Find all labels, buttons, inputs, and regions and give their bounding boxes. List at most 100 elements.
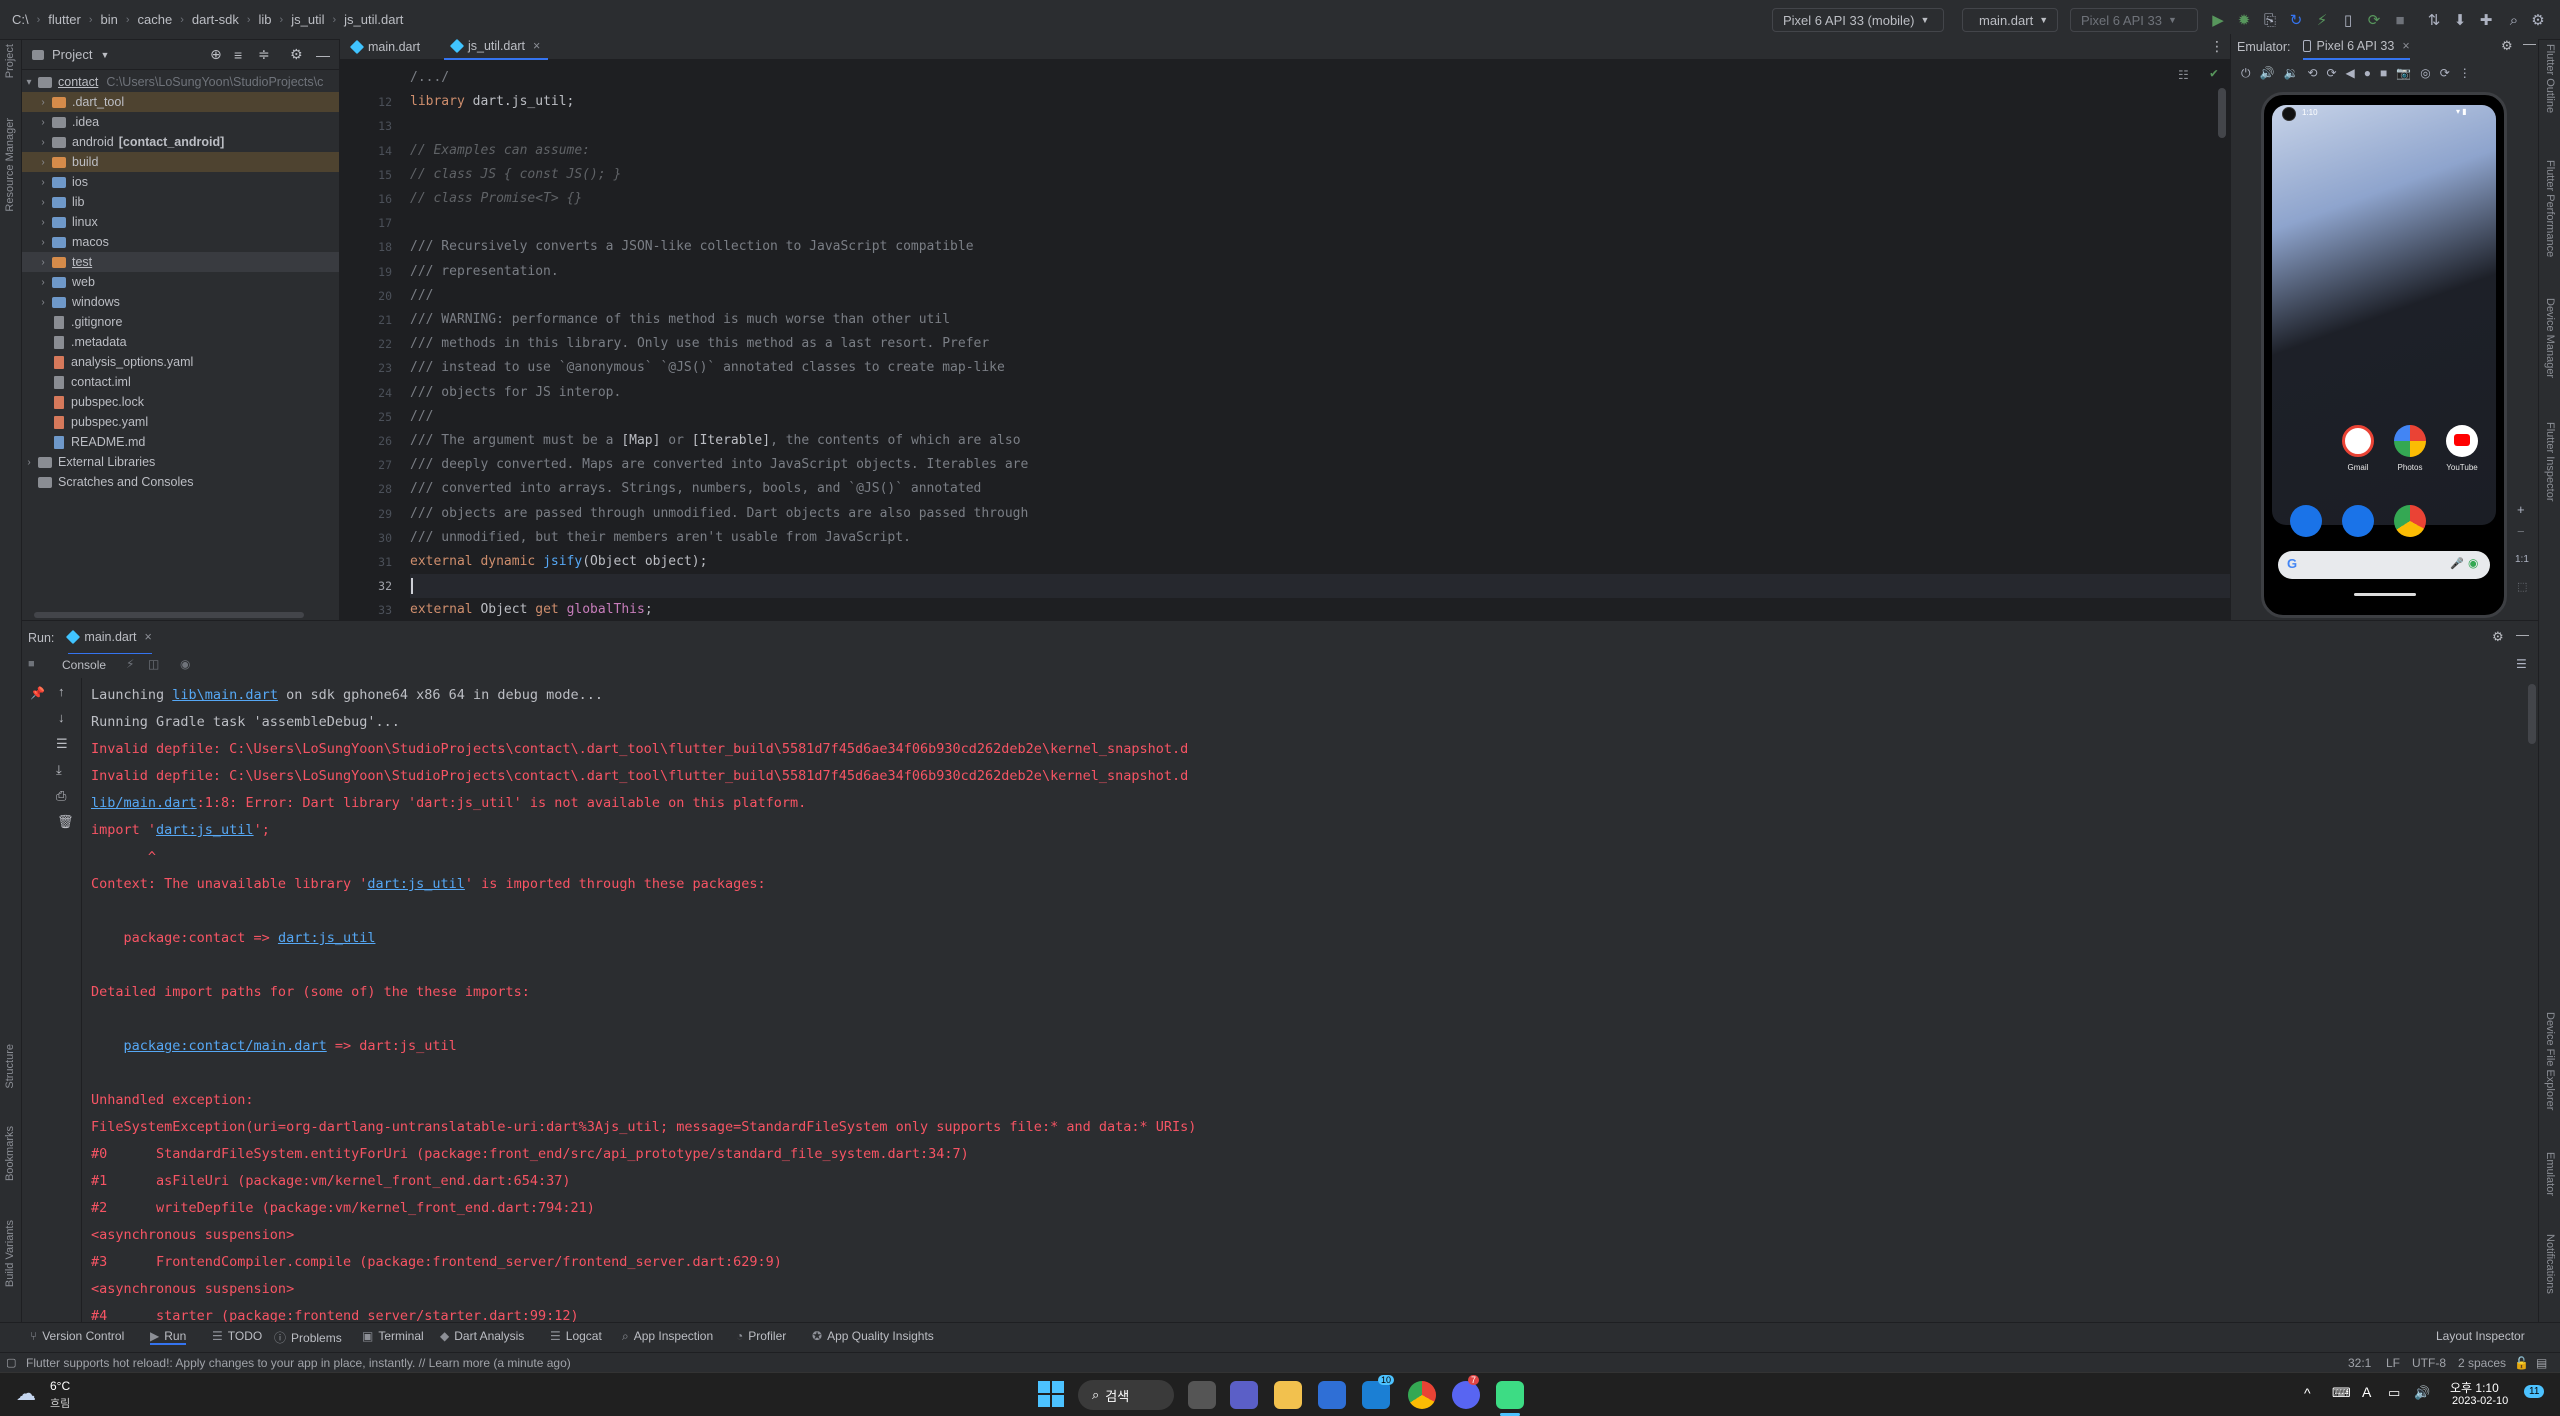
power-icon[interactable]: ⏻ <box>2241 66 2251 86</box>
breadcrumb-item[interactable]: flutter <box>48 12 81 27</box>
tree-item[interactable]: .gitignore <box>22 312 339 332</box>
gear-icon[interactable]: ⚙ <box>290 46 303 63</box>
close-icon[interactable]: × <box>533 39 540 53</box>
code-editor[interactable]: 12 13 14 15 16 17 18 19 20 21 22 23 24 25 26 27 28 29 30 31… <box>340 60 2230 620</box>
tab-console[interactable]: Console <box>62 658 106 672</box>
weather-temp[interactable]: 6°C <box>50 1379 70 1393</box>
device-selector[interactable]: Pixel 6 API 33 (mobile) ▼ <box>1772 8 1944 32</box>
open-devtools-icon[interactable]: ◫ <box>148 657 159 671</box>
code-line[interactable]: /// representation. <box>410 260 559 284</box>
stripe-structure[interactable]: Structure <box>4 1044 16 1089</box>
chevron-right-icon[interactable]: › <box>36 217 50 228</box>
clock-date[interactable]: 2023-02-10 <box>2452 1395 2508 1407</box>
volume-down-icon[interactable]: 🔉 <box>2283 66 2298 86</box>
run-console[interactable]: Launching lib\main.dart on sdk gphone64 … <box>82 678 2538 1322</box>
code-line[interactable]: /// The argument must be a [Map] or [Ite… <box>410 429 1021 453</box>
tree-item[interactable]: contact.iml <box>22 372 339 392</box>
tool-version-control[interactable]: ⑂ Version Control <box>30 1329 124 1343</box>
run-icon[interactable]: ▶ <box>2208 10 2228 30</box>
code-line[interactable]: /// objects for JS interop. <box>410 381 621 405</box>
tree-item[interactable]: › build <box>22 152 339 172</box>
zoom-in-icon[interactable]: + <box>2517 502 2525 517</box>
breadcrumb-item[interactable]: bin <box>100 12 117 27</box>
screenshot-icon[interactable]: 📷 <box>2396 66 2411 86</box>
code-line[interactable]: external Object get globalThis; <box>410 598 653 620</box>
tool-app-inspection[interactable]: ⌕ App Inspection <box>622 1329 713 1344</box>
attach-icon[interactable]: ⎘ <box>2260 10 2280 30</box>
chrome-icon[interactable] <box>1408 1381 1436 1409</box>
stripe-device-manager[interactable]: Device Manager <box>2544 298 2556 378</box>
rotate-left-icon[interactable]: ⟲ <box>2307 66 2317 86</box>
tree-item[interactable]: pubspec.yaml <box>22 412 339 432</box>
tree-item[interactable]: › lib <box>22 192 339 212</box>
reader-mode-icon[interactable]: ☷ <box>2178 68 2189 82</box>
sdk-manager-icon[interactable]: ⬇ <box>2450 10 2470 30</box>
more-icon[interactable]: ⋮ <box>2459 66 2471 86</box>
gear-icon[interactable]: ⚙ <box>2492 629 2504 645</box>
status-message[interactable]: Flutter supports hot reload!: Apply chan… <box>26 1356 571 1370</box>
lens-icon[interactable]: ◉ <box>2468 556 2478 570</box>
tree-item[interactable]: › macos <box>22 232 339 252</box>
chevron-right-icon[interactable]: › <box>36 257 50 268</box>
record-icon[interactable]: ◎ <box>2420 66 2430 86</box>
code-line[interactable]: // Examples can assume: <box>410 139 590 163</box>
tree-item[interactable]: › linux <box>22 212 339 232</box>
scratches-and-consoles[interactable]: Scratches and Consoles <box>22 472 339 492</box>
console-link[interactable]: lib\main.dart <box>172 687 278 703</box>
external-libraries[interactable]: › External Libraries <box>22 452 339 472</box>
chevron-up-icon[interactable]: ^ <box>2304 1385 2311 1401</box>
console-link[interactable]: package:contact/main.dart <box>124 1038 327 1054</box>
tree-item[interactable]: pubspec.lock <box>22 392 339 412</box>
snapshot-icon[interactable]: ⟳ <box>2440 66 2450 86</box>
hot-reload-icon[interactable]: ⚡ <box>126 657 134 671</box>
chevron-right-icon[interactable]: › <box>22 457 36 468</box>
task-view-icon[interactable] <box>1188 1381 1216 1409</box>
rotate-right-icon[interactable]: ⟳ <box>2326 66 2336 86</box>
code-line[interactable]: /// deeply converted. Maps are converted… <box>410 453 1028 477</box>
google-search-bar[interactable]: G 🎤 ◉ <box>2278 551 2490 579</box>
code-line[interactable]: /// <box>410 284 433 308</box>
stripe-flutter-performance[interactable]: Flutter Performance <box>2544 160 2556 257</box>
teams-chat-icon[interactable] <box>1230 1381 1258 1409</box>
chevron-right-icon[interactable]: › <box>36 157 50 168</box>
code-line[interactable]: /// <box>410 405 433 429</box>
chevron-right-icon[interactable]: › <box>36 297 50 308</box>
mail-icon[interactable]: 10 <box>1362 1375 1395 1409</box>
run-config-selector[interactable]: main.dart ▼ <box>1962 8 2058 32</box>
emulator-tab[interactable]: Pixel 6 API 33 × <box>2302 34 2410 60</box>
debug-icon[interactable]: ✹ <box>2234 10 2254 30</box>
soft-wrap-icon[interactable]: ☰ <box>56 736 68 752</box>
tool-layout-inspector[interactable]: Layout Inspector <box>2436 1329 2525 1343</box>
phone-app-icon[interactable] <box>2290 505 2322 537</box>
file-encoding[interactable]: UTF-8 <box>2412 1356 2446 1370</box>
store-icon[interactable] <box>1318 1381 1346 1409</box>
hot-restart-icon[interactable]: ⚡ <box>2312 10 2332 30</box>
dart-devtools-icon[interactable]: ◉ <box>180 657 190 671</box>
stripe-project[interactable]: Project <box>4 44 16 78</box>
tree-item[interactable]: › test <box>22 252 339 272</box>
arrow-up-icon[interactable]: ↑ <box>58 684 65 699</box>
breadcrumb-item[interactable]: C:\ <box>12 12 29 27</box>
stop-icon[interactable]: ■ <box>2390 10 2410 30</box>
keyboard-icon[interactable]: ⌨ <box>2332 1385 2351 1401</box>
caret-position[interactable]: 32:1 <box>2348 1356 2371 1370</box>
close-icon[interactable]: × <box>145 630 152 644</box>
tool-problems[interactable]: ⓘ Problems <box>274 1329 342 1346</box>
console-link[interactable]: dart:js_util <box>156 822 254 838</box>
console-link[interactable]: dart:js_util <box>278 930 376 946</box>
chevron-right-icon[interactable]: › <box>36 237 50 248</box>
trash-icon[interactable]: 🗑 <box>57 814 74 830</box>
messages-app-icon[interactable] <box>2342 505 2374 537</box>
windows-start-icon[interactable] <box>1038 1381 1064 1407</box>
code-line[interactable]: /// objects are passed through unmodifie… <box>410 502 1028 526</box>
minimize-icon[interactable]: — <box>316 47 330 63</box>
tree-item[interactable]: › windows <box>22 292 339 312</box>
tree-item[interactable]: › ios <box>22 172 339 192</box>
project-view-selector[interactable]: Project <box>52 47 92 62</box>
breadcrumb-item[interactable]: lib <box>259 12 272 27</box>
taskbar-search[interactable]: ⌕ 검색 <box>1078 1380 1174 1410</box>
chrome-app-icon[interactable] <box>2394 505 2426 537</box>
search-icon[interactable]: ⌕ <box>2504 10 2524 30</box>
tool-app-quality-insights[interactable]: ✪ App Quality Insights <box>812 1329 934 1343</box>
horizontal-scrollbar[interactable] <box>34 612 304 618</box>
